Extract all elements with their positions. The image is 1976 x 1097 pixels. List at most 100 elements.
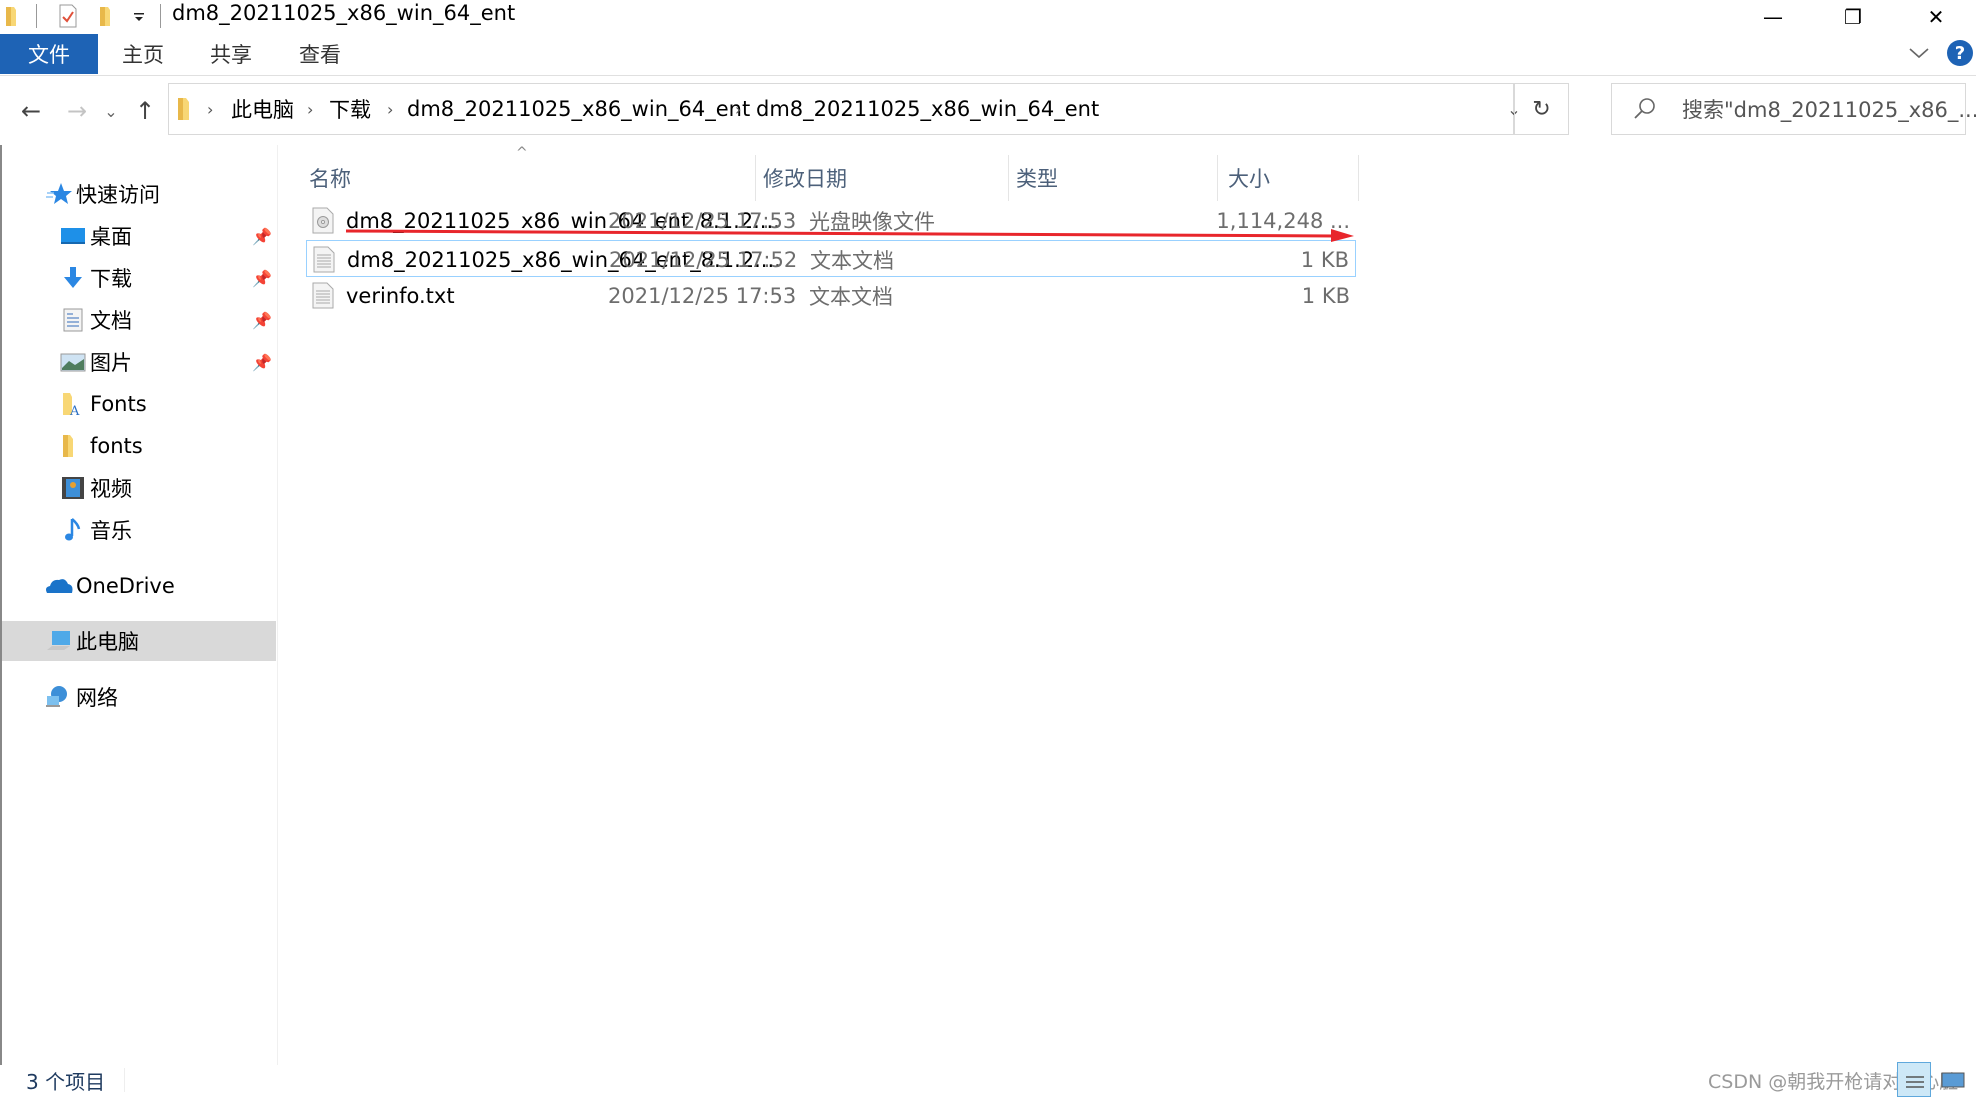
nav-label: 快速访问	[76, 183, 160, 207]
restore-button[interactable]: ❐	[1813, 0, 1893, 34]
column-header-type[interactable]: 类型	[1016, 155, 1216, 201]
folder-icon	[63, 435, 73, 457]
refresh-icon: ↻	[1532, 96, 1551, 122]
back-button[interactable]: ←	[14, 77, 48, 145]
close-icon: ✕	[1927, 5, 1945, 29]
star-icon	[46, 183, 72, 204]
refresh-button[interactable]: ↻	[1514, 83, 1569, 135]
close-button[interactable]: ✕	[1896, 0, 1976, 34]
up-button[interactable]: ↑	[128, 77, 162, 145]
nav-label: 网络	[76, 686, 118, 710]
fonts-folder-icon: A	[63, 393, 80, 417]
item-count: 3 个项目	[26, 1070, 106, 1094]
breadcrumb-separator[interactable]: ›	[387, 84, 393, 134]
nav-label: Fonts	[90, 392, 147, 416]
address-bar[interactable]: › 此电脑 › 下载 › dm8_20211025_x86_win_64_ent…	[168, 83, 1514, 135]
search-icon	[1634, 98, 1655, 119]
nav-item-fonts[interactable]: A Fonts	[2, 384, 276, 424]
pin-icon[interactable]: 📌	[252, 353, 272, 372]
column-divider[interactable]	[1217, 155, 1218, 201]
column-header-size[interactable]: 大小	[1228, 155, 1348, 201]
nav-label: OneDrive	[76, 574, 175, 598]
properties-icon[interactable]	[58, 4, 78, 28]
pane-divider[interactable]	[277, 145, 278, 1065]
customize-dropdown-icon[interactable]	[132, 10, 146, 24]
toolbar-separator	[160, 4, 161, 28]
up-arrow-icon: ↑	[134, 97, 156, 125]
large-icons-view-icon	[1941, 1072, 1965, 1088]
file-date: 2021/12/25 17:52	[609, 247, 798, 272]
file-row[interactable]: dm8_20211025_x86_win_64_ent_8.1.2.... 20…	[306, 240, 1356, 277]
restore-icon: ❐	[1844, 5, 1862, 29]
toolbar-separator	[36, 4, 37, 28]
desktop-icon	[61, 228, 85, 244]
nav-item-desktop[interactable]: 桌面 📌	[2, 216, 276, 256]
ribbon-tabs: 文件 主页 共享 查看 ?	[0, 34, 1976, 76]
address-row: ← → ⌄ ↑ › 此电脑 › 下载 › dm8_20211025_x86_wi…	[0, 77, 1976, 145]
nav-label: 图片	[90, 351, 132, 375]
details-view-button[interactable]	[1897, 1062, 1931, 1097]
nav-label: fonts	[90, 434, 143, 458]
file-date: 2021/12/25 17:53	[608, 283, 797, 308]
search-input[interactable]: 搜索"dm8_20211025_x86_...	[1611, 83, 1976, 135]
breadcrumb-this-pc[interactable]: 此电脑	[231, 84, 294, 134]
tab-share[interactable]: 共享	[196, 34, 266, 74]
file-name: verinfo.txt	[346, 283, 455, 308]
tab-view[interactable]: 查看	[285, 34, 355, 74]
file-size: 1,114,248 ...	[1216, 208, 1350, 233]
new-folder-icon[interactable]	[98, 4, 116, 28]
breadcrumb-folder[interactable]: dm8_20211025_x86_win_64_ent	[407, 84, 750, 134]
disc-image-icon	[312, 207, 334, 234]
pin-icon[interactable]: 📌	[252, 269, 272, 288]
breadcrumb-downloads[interactable]: 下载	[329, 84, 371, 134]
breadcrumb-separator[interactable]: ›	[307, 84, 313, 134]
column-divider[interactable]	[755, 155, 756, 201]
folder-icon[interactable]	[4, 4, 22, 28]
svg-text:A: A	[69, 404, 80, 417]
nav-item-pictures[interactable]: 图片 📌	[2, 342, 276, 382]
nav-label: 文档	[90, 309, 132, 333]
help-icon[interactable]: ?	[1947, 40, 1973, 66]
title-bar: dm8_20211025_x86_win_64_ent — ❐ ✕	[0, 0, 1976, 34]
videos-icon	[62, 477, 84, 499]
status-bar: 3 个项目 CSDN @朝我开枪请对准心脏	[0, 1062, 1976, 1097]
breadcrumb-separator[interactable]: ›	[207, 84, 213, 134]
nav-item-onedrive[interactable]: OneDrive	[2, 566, 276, 606]
navigation-pane: 快速访问 桌面 📌 下载 📌 文档 📌 图片 📌 A Fonts fonts 视…	[0, 145, 278, 1065]
nav-item-documents[interactable]: 文档 📌	[2, 300, 276, 340]
window-title: dm8_20211025_x86_win_64_ent	[172, 1, 516, 25]
file-size: 1 KB	[1301, 283, 1350, 308]
nav-label: 视频	[90, 477, 132, 501]
nav-item-fonts-lower[interactable]: fonts	[2, 426, 276, 466]
nav-item-videos[interactable]: 视频	[2, 468, 276, 508]
details-view-icon	[1906, 1076, 1924, 1088]
nav-quick-access[interactable]: 快速访问	[2, 174, 276, 214]
forward-button[interactable]: →	[60, 77, 94, 145]
recent-locations-button[interactable]: ⌄	[100, 77, 122, 145]
pin-icon[interactable]: 📌	[252, 227, 272, 246]
column-divider[interactable]	[1358, 155, 1359, 201]
column-divider[interactable]	[1008, 155, 1009, 201]
file-row[interactable]: verinfo.txt 2021/12/25 17:53 文本文档 1 KB	[306, 277, 1356, 314]
nav-item-this-pc[interactable]: 此电脑	[2, 621, 276, 661]
tab-home[interactable]: 主页	[108, 34, 178, 74]
computer-icon	[47, 631, 70, 650]
large-icons-view-button[interactable]	[1936, 1062, 1970, 1097]
tab-file[interactable]: 文件	[0, 34, 98, 74]
breadcrumb-current-folder[interactable]: dm8_20211025_x86_win_64_ent	[756, 84, 1099, 134]
pictures-icon	[60, 353, 86, 372]
column-header-name[interactable]: 名称	[309, 155, 749, 201]
chevron-down-icon[interactable]	[1908, 46, 1930, 60]
pin-icon[interactable]: 📌	[252, 311, 272, 330]
music-icon	[65, 518, 81, 541]
breadcrumb-separator[interactable]: ›	[735, 84, 741, 134]
file-row[interactable]: dm8_20211025_x86_win_64_ent_8.1.2.... 20…	[306, 202, 1356, 239]
file-list: ^ 名称 修改日期 类型 大小 dm8_20211025_x86_win_64_…	[279, 145, 1976, 1065]
nav-item-downloads[interactable]: 下载 📌	[2, 258, 276, 298]
column-header-date[interactable]: 修改日期	[763, 155, 1003, 201]
file-size: 1 KB	[1300, 247, 1349, 272]
nav-item-music[interactable]: 音乐	[2, 510, 276, 550]
minimize-button[interactable]: —	[1733, 0, 1813, 34]
forward-arrow-icon: →	[66, 97, 88, 125]
nav-item-network[interactable]: 网络	[2, 677, 276, 717]
